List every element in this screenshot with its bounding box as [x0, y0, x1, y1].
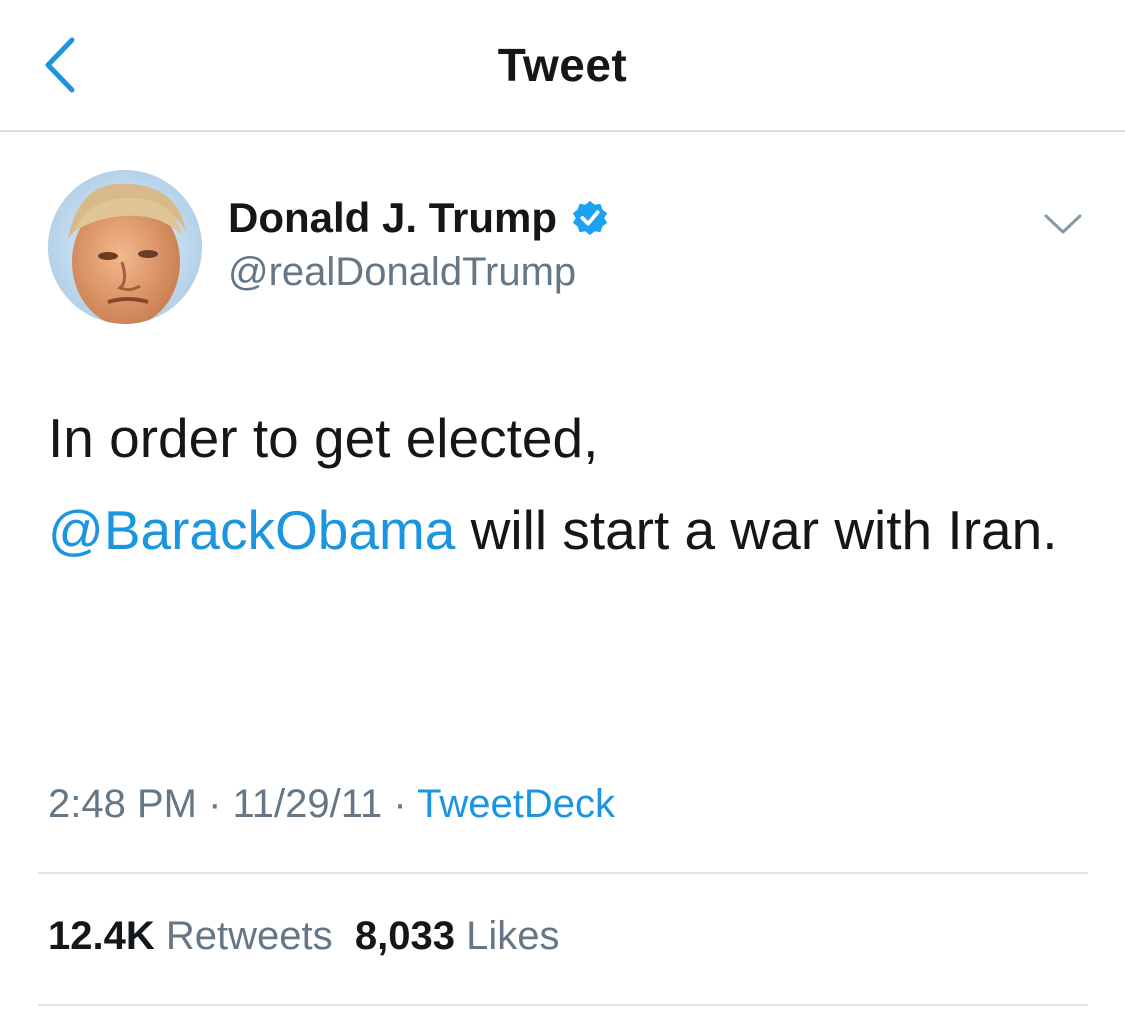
author-display-name[interactable]: Donald J. Trump — [228, 194, 557, 242]
engagement-stats: 12.4K Retweets 8,033 Likes — [48, 914, 559, 959]
likes-count: 8,033 — [354, 914, 455, 958]
tweet-text-end: will start a war with Iran. — [455, 499, 1058, 561]
likes-label: Likes — [466, 914, 560, 958]
divider — [38, 872, 1088, 874]
avatar[interactable] — [48, 170, 202, 324]
tweet-text-start: In order to get elected, — [48, 407, 599, 469]
divider — [38, 1004, 1088, 1006]
more-options-button[interactable] — [1038, 206, 1088, 242]
tweet-metadata: 2:48 PM · 11/29/11 · TweetDeck — [48, 782, 615, 827]
retweets-label: Retweets — [165, 914, 333, 958]
author-name-row: Donald J. Trump — [228, 192, 609, 244]
tweet-date: 11/29/11 — [232, 782, 383, 826]
verified-badge-icon — [572, 200, 608, 236]
tweet-source-link[interactable]: TweetDeck — [417, 782, 615, 826]
chevron-down-icon — [1044, 214, 1082, 234]
author-handle[interactable]: @realDonaldTrump — [228, 250, 576, 295]
meta-separator: · — [382, 782, 418, 826]
tweet-time: 2:48 PM — [48, 782, 197, 826]
likes-stat[interactable]: 8,033 Likes — [355, 914, 560, 958]
mention-link[interactable]: @BarackObama — [48, 499, 455, 561]
retweets-stat[interactable]: 12.4K Retweets — [48, 914, 333, 958]
tweet-text: In order to get elected, @BarackObama wi… — [48, 392, 1088, 576]
avatar-image — [48, 170, 202, 324]
top-bar: Tweet — [0, 0, 1125, 132]
retweets-count: 12.4K — [48, 914, 155, 958]
page-title: Tweet — [497, 39, 628, 91]
meta-separator: · — [196, 782, 233, 826]
